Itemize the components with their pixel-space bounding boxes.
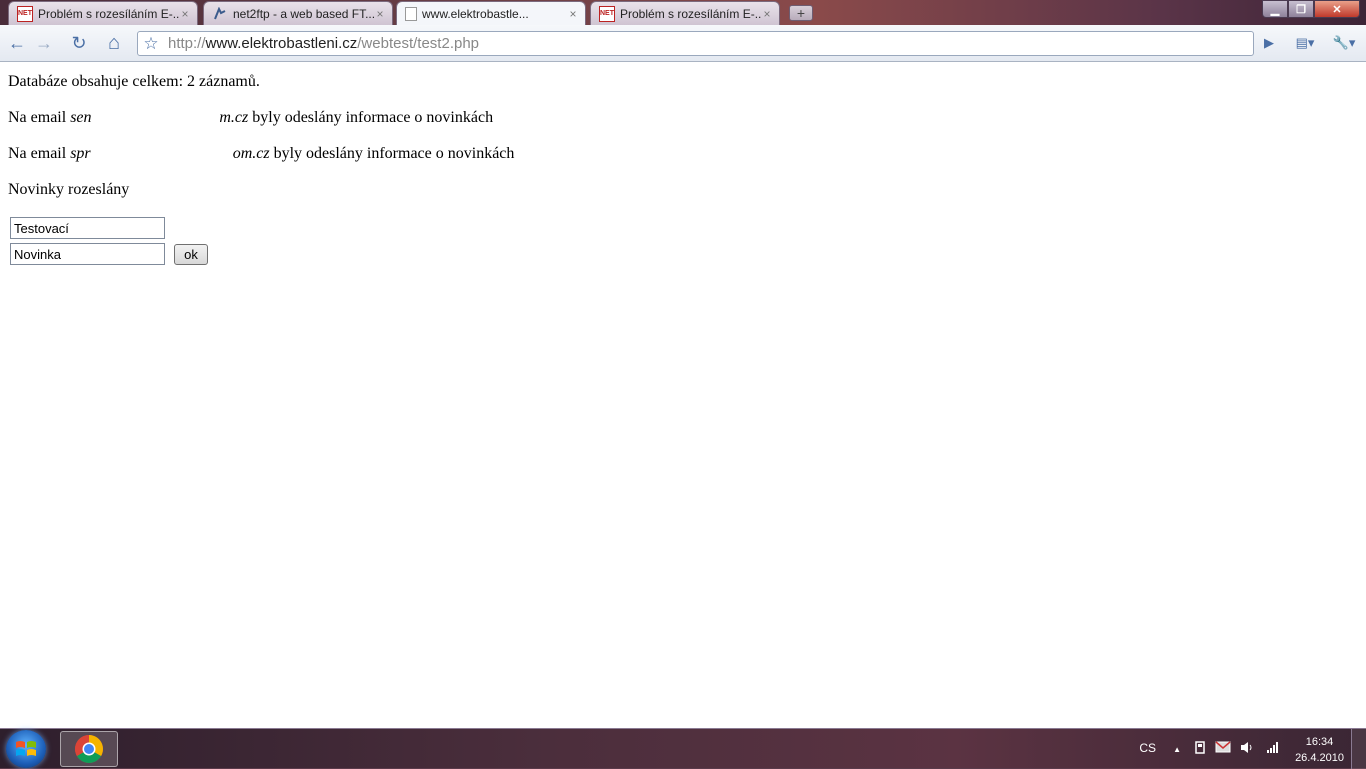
news-title-input[interactable]	[10, 217, 165, 239]
tab-close-icon[interactable]: ×	[761, 7, 773, 21]
language-indicator[interactable]: CS	[1139, 741, 1156, 755]
bookmark-star-icon[interactable]: ☆	[138, 34, 164, 54]
clock-time: 16:34	[1305, 736, 1334, 748]
clock[interactable]: 16:34 26.4.2010	[1295, 734, 1344, 766]
reload-icon: ↻	[71, 32, 87, 53]
tab-title: Problém s rozesíláním E-...	[620, 6, 761, 21]
reload-button[interactable]: ↻	[66, 31, 92, 55]
device-icon[interactable]	[1194, 741, 1206, 757]
clock-date: 26.4.2010	[1295, 752, 1344, 764]
back-arrow-icon: ←	[8, 32, 26, 53]
tab-net2ftp[interactable]: net2ftp - a web based FT... ×	[203, 1, 393, 25]
windows-logo-icon	[16, 741, 36, 756]
home-button[interactable]: ⌂	[101, 31, 127, 55]
page-menu-icon: ▤▾	[1295, 35, 1315, 50]
ftp-icon	[212, 6, 228, 22]
tab-title: www.elektrobastle...	[422, 6, 529, 21]
mail-icon[interactable]	[1215, 741, 1231, 756]
browser-toolbar: ← → ↻ ⌂ ☆ http://www.elektrobastleni.cz/…	[0, 25, 1366, 62]
email-address: sprxxxxxxxxxxxxxxxxxxxxom.cz	[70, 145, 270, 163]
email-prefix: Na email	[8, 109, 71, 126]
email-sent-line: Na email senxxxxxxxxxxxxxxxxxxm.cz byly …	[8, 109, 493, 127]
ok-button[interactable]: ok	[174, 244, 208, 265]
volume-icon[interactable]	[1240, 741, 1254, 757]
forward-arrow-icon: →	[35, 32, 53, 53]
url-path: /webtest/test2.php	[357, 35, 480, 52]
tools-menu-button[interactable]: 🔧▾	[1328, 31, 1360, 55]
forward-button[interactable]: →	[31, 31, 57, 55]
tab-title: Problém s rozesíláním E-...	[38, 6, 179, 21]
tab-close-icon[interactable]: ×	[179, 7, 191, 21]
news-sent-text: Novinky rozeslány	[8, 181, 130, 198]
tab-close-icon[interactable]: ×	[374, 7, 386, 21]
email-prefix: Na email	[8, 145, 71, 162]
redacted-part: xxxxxxxxxxxxxxxxxxxx	[90, 145, 233, 163]
minimize-button[interactable]: ▁	[1262, 0, 1288, 18]
window-controls: ▁ ❐ ✕	[1262, 0, 1360, 18]
url-host: www.elektrobastleni.cz	[205, 35, 358, 52]
url-scheme: http://	[168, 35, 206, 52]
new-tab-button[interactable]: +	[789, 5, 813, 21]
taskbar: CS ▲ 16:34 26.4.2010	[0, 728, 1366, 769]
net-icon: NET	[599, 5, 615, 22]
taskbar-chrome-button[interactable]	[60, 731, 118, 767]
tab-title: net2ftp - a web based FT...	[233, 6, 374, 21]
start-button[interactable]	[6, 730, 46, 768]
record-count-text: Databáze obsahuje celkem: 2 záznamů.	[8, 73, 260, 90]
page-menu-button[interactable]: ▤▾	[1290, 31, 1320, 55]
redacted-part: xxxxxxxxxxxxxxxxxx	[91, 109, 220, 127]
go-button[interactable]: ▶	[1256, 31, 1282, 55]
url-text[interactable]: http://www.elektrobastleni.cz/webtest/te…	[164, 35, 479, 52]
close-window-button[interactable]: ✕	[1314, 0, 1360, 18]
news-body-input[interactable]	[10, 243, 165, 265]
tab-strip: NET Problém s rozesíláním E-... × net2ft…	[0, 0, 1366, 25]
network-signal-icon[interactable]	[1266, 741, 1280, 756]
maximize-button[interactable]: ❐	[1288, 0, 1314, 18]
tab-forum-2[interactable]: NET Problém s rozesíláním E-... ×	[590, 1, 780, 25]
email-address: senxxxxxxxxxxxxxxxxxxm.cz	[70, 109, 249, 127]
tab-forum-1[interactable]: NET Problém s rozesíláním E-... ×	[8, 1, 198, 25]
play-icon: ▶	[1264, 35, 1274, 50]
email-suffix: byly odeslány informace o novinkách	[248, 109, 494, 126]
wrench-icon: 🔧▾	[1332, 35, 1356, 50]
show-desktop-button[interactable]	[1351, 729, 1366, 769]
address-bar[interactable]: ☆ http://www.elektrobastleni.cz/webtest/…	[137, 31, 1254, 56]
chrome-icon	[75, 735, 103, 763]
email-suffix: byly odeslány informace o novinkách	[269, 145, 515, 162]
net-icon: NET	[17, 5, 33, 22]
page-content: Databáze obsahuje celkem: 2 záznamů. Na …	[0, 62, 1366, 728]
home-icon: ⌂	[107, 31, 121, 54]
window-frame: NET Problém s rozesíláním E-... × net2ft…	[0, 0, 1366, 62]
email-sent-line: Na email sprxxxxxxxxxxxxxxxxxxxxom.cz by…	[8, 145, 514, 163]
tab-close-icon[interactable]: ×	[567, 7, 579, 21]
back-button[interactable]: ←	[4, 31, 30, 55]
show-hidden-icons-icon[interactable]: ▲	[1173, 745, 1181, 754]
tab-elektrobastleni[interactable]: www.elektrobastle... ×	[396, 1, 586, 25]
blank-page-icon	[405, 6, 417, 21]
